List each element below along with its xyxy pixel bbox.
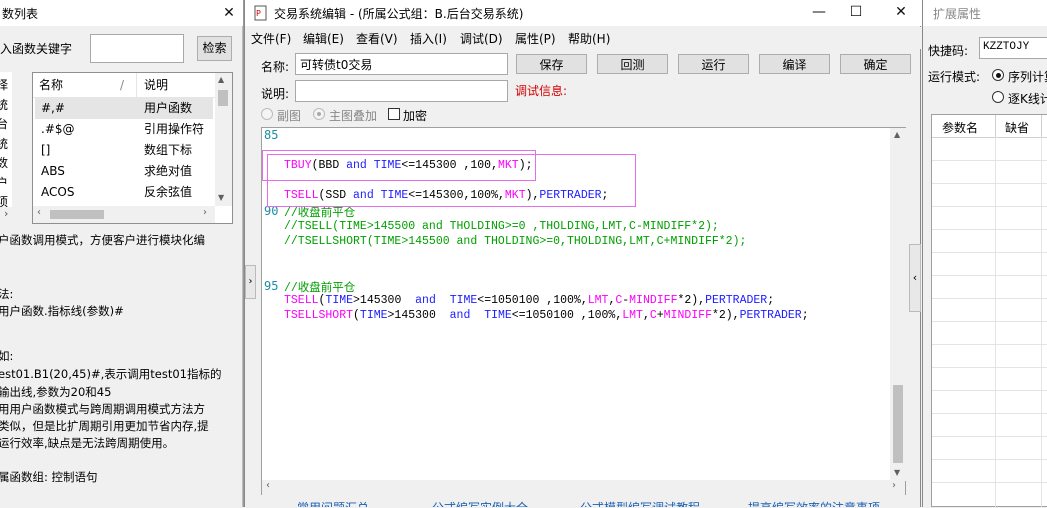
main-overlay-radio[interactable] [313,108,325,120]
table-row[interactable]: ABS 求绝对值 [35,161,213,182]
maximize-icon[interactable]: ☐ [842,0,870,24]
shortcut-label: 快捷码: [928,44,969,58]
run-button[interactable]: 运行 [678,54,749,74]
menu-edit[interactable]: 编辑(E) [303,30,344,47]
subchart-label: 副图 [277,109,302,123]
table-row[interactable]: [] 数组下标 [35,140,213,161]
help-links-bar: 常用问题汇总 公式编写实例大全 公式模型编写调试教程 提高编写效率的注意事项 [245,498,922,507]
code-comment: //TSELL(TIME>145500 and THOLDING>=0 ,THO… [284,220,719,233]
code-comment: //TSELLSHORT(TIME>145500 and THOLDING>=0… [284,235,747,248]
code-comment: //收盘前平仓 [284,282,356,295]
editor-hscroll[interactable]: ‹ › [262,480,905,495]
search-label: 入函数关键字 [0,42,73,56]
parameter-table[interactable]: 参数名 缺省 [931,114,1047,508]
window-title: 扩展属性 [933,7,982,21]
column-default[interactable]: 缺省 [1005,119,1029,136]
table-row[interactable]: .#$@ 引用操作符 [35,119,213,140]
editor-vscroll[interactable]: ▲ ▼ [890,128,906,481]
window-title: 数列表 [2,7,39,21]
sort-indicator: / [120,78,125,92]
minimize-icon[interactable]: — [805,0,833,24]
save-button[interactable]: 保存 [516,54,587,74]
editor-titlebar: P 交易系统编辑 - (所属公式组：B.后台交易系统) — ☐ ✕ [245,0,922,26]
mode-series-radio[interactable] [992,69,1004,81]
mode-bar-radio[interactable] [992,91,1004,103]
table-row[interactable]: ACOS 反余弦值 [35,182,213,203]
formula-editor-window: P 交易系统编辑 - (所属公式组：B.后台交易系统) — ☐ ✕ 文件(F) … [244,0,922,507]
function-table[interactable]: 名称 / 说明 #,# 用户函数 .#$@ 引用操作符 [] 数组下标 ABS 求绝对值… [32,72,233,224]
shortcut-field[interactable]: KZZTOJY [979,37,1047,59]
mode-series-label: 序列计算 [1008,70,1047,84]
close-icon[interactable]: ✕ [887,0,915,24]
mode-bar-label: 逐K线计算 [1008,92,1047,106]
column-name[interactable]: 名称 / [33,73,137,98]
subchart-radio[interactable] [261,108,273,120]
tree-hscroll[interactable]: › [0,207,24,224]
description-label: 说明: [261,87,290,101]
menu-properties[interactable]: 属性(P) [515,30,556,47]
menu-insert[interactable]: 插入(I) [410,30,447,47]
code-line: TSELL(TIME>145300 and TIME<=1050100 ,100… [284,294,775,307]
list-vscroll[interactable]: ▲ ▼ [215,73,232,206]
encrypt-checkbox[interactable] [388,108,400,120]
extended-properties-window: 扩展属性 快捷码: KZZTOJY 运行模式: 序列计算 逐K线计算 参数名 缺… [922,0,1047,508]
line-number: 95 [264,279,279,293]
document-icon: P [254,5,267,21]
svg-text:P: P [256,9,261,18]
menu-bar: 文件(F) 编辑(E) 查看(V) 插入(I) 调试(D) 属性(P) 帮助(H… [245,27,922,49]
ok-button[interactable]: 确定 [840,54,911,74]
search-input[interactable] [90,34,184,63]
menu-file[interactable]: 文件(F) [251,30,291,47]
debug-info-label: 调试信息: [515,84,568,98]
table-header: 参数名 缺省 [932,115,1047,138]
menu-debug[interactable]: 调试(D) [460,30,503,47]
code-editor[interactable]: 85 90 95 TBUY(BBD and TIME<=145300 ,100,… [261,127,906,495]
help-link[interactable]: 提高编写效率的注意事项 [748,499,880,507]
column-desc[interactable]: 说明 [137,73,216,98]
line-number: 85 [264,128,279,142]
menu-help[interactable]: 帮助(H) [568,30,610,47]
description-field[interactable] [295,80,508,102]
name-label: 名称: [261,60,290,74]
menu-view[interactable]: 查看(V) [356,30,398,47]
highlight-box [267,154,636,207]
list-hscroll[interactable]: ‹ › [33,206,215,223]
function-description: 户函数调用模式，方便客户进行模块化编 法: 用户函数.指标线(参数)# 如: e… [0,230,241,507]
category-tree[interactable]: 择统台统数户项 [0,72,12,212]
search-button[interactable]: 检索 [197,36,232,61]
function-list-window: 数列表 ✕ 入函数关键字 检索 择统台统数户项 › 名称 / 说明 #,# 用户函… [0,0,244,507]
code-line: TSELLSHORT(TIME>145300 and TIME<=1050100… [284,309,809,322]
help-link[interactable]: 公式模型编写调试教程 [580,499,700,507]
run-mode-label: 运行模式: [928,70,981,84]
properties-titlebar: 扩展属性 [923,0,1047,26]
help-link[interactable]: 常用问题汇总 [297,499,369,507]
compile-button[interactable]: 编译 [759,54,830,74]
function-list-titlebar: 数列表 ✕ [0,0,243,26]
collapse-left-arrow[interactable]: › [245,265,256,299]
main-overlay-label: 主图叠加 [329,109,378,123]
collapse-right-arrow[interactable]: ‹ [909,244,921,312]
help-link[interactable]: 公式编写实例大全 [432,499,528,507]
window-title: 交易系统编辑 - (所属公式组：B.后台交易系统) [274,7,524,21]
backtest-button[interactable]: 回测 [597,54,668,74]
name-field[interactable]: 可转债t0交易 [295,53,508,75]
close-icon[interactable]: ✕ [215,1,243,25]
table-row[interactable]: #,# 用户函数 [35,98,213,119]
encrypt-label: 加密 [403,109,428,123]
column-param-name[interactable]: 参数名 [942,119,978,136]
